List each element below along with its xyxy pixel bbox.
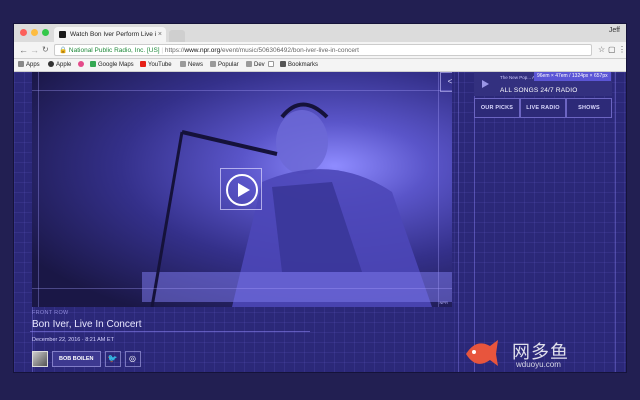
back-arrow-icon[interactable]: ←: [19, 44, 28, 56]
url-host: www.npr.org: [184, 47, 221, 54]
guide-line: [438, 72, 439, 307]
video-player[interactable]: < NPR: [32, 72, 452, 307]
menu-icon[interactable]: ⋮: [618, 45, 626, 55]
bookmark-dev[interactable]: Dev: [246, 60, 265, 70]
bookmark-youtube[interactable]: YouTube: [140, 60, 172, 70]
close-window-button[interactable]: [20, 29, 27, 36]
instagram-icon[interactable]: ◎: [124, 350, 141, 367]
guide-line: [32, 288, 452, 289]
author-name[interactable]: BOB BOILEN: [52, 350, 101, 367]
byline: BOB BOILEN 🐦 ◎: [32, 350, 141, 367]
photo-credit: NPR: [439, 300, 448, 305]
play-icon: [226, 174, 258, 206]
share-icon[interactable]: <: [440, 72, 452, 92]
title-bar: Watch Bon Iver Perform Live i × Jeff: [14, 24, 626, 42]
bookmark-apps[interactable]: Apps: [18, 60, 40, 70]
dribbble-icon: [78, 61, 84, 67]
browser-tab[interactable]: Watch Bon Iver Perform Live i ×: [54, 27, 166, 42]
bookmark-google-maps[interactable]: Google Maps: [90, 60, 134, 70]
bookmark-label: Dev: [254, 62, 265, 68]
article-kicker[interactable]: FRONT ROW: [32, 310, 69, 316]
author-avatar[interactable]: [32, 350, 48, 367]
reload-icon[interactable]: ↻: [42, 44, 49, 56]
browser-window: Watch Bon Iver Perform Live i × Jeff ← →…: [14, 24, 626, 372]
radio-play-icon[interactable]: [482, 80, 489, 88]
bookmark-label: Google Maps: [98, 62, 134, 68]
npr-page: < NPR FRONT ROW Bon Iver, Live In Concer…: [14, 72, 626, 372]
bookmark-popular[interactable]: Popular: [210, 60, 239, 70]
lock-icon: 🔒: [59, 47, 68, 54]
radio-tabs: OUR PICKS LIVE RADIO SHOWS: [474, 98, 612, 118]
tab-live-radio[interactable]: LIVE RADIO: [520, 98, 566, 118]
divider: [30, 331, 310, 332]
guide-line: [38, 72, 39, 307]
fish-logo-icon: [466, 340, 498, 366]
tab-our-picks[interactable]: OUR PICKS: [474, 98, 520, 118]
secure-origin-label: National Public Radio, Inc. [US]: [68, 47, 160, 54]
youtube-icon: [140, 61, 146, 67]
bookmark-label: YouTube: [148, 62, 172, 68]
bookmark-label: Apps: [26, 62, 40, 68]
dimension-readout: 96em × 47em / 1324px × 657px: [534, 72, 611, 81]
article-title: Bon Iver, Live In Concert: [32, 319, 142, 330]
bookmark-page[interactable]: [268, 60, 276, 70]
watermark: 网多鱼 wduoyu.com: [462, 330, 622, 376]
url-scheme: https://: [164, 47, 185, 54]
bookmark-dribbble[interactable]: [78, 60, 86, 70]
profile-name[interactable]: Jeff: [609, 27, 620, 34]
window-controls: [20, 29, 49, 36]
bookmark-label: News: [188, 62, 204, 68]
twitter-icon[interactable]: 🐦: [104, 350, 121, 367]
guide-line: [32, 90, 452, 91]
bookmark-bookmarks[interactable]: Bookmarks: [280, 60, 318, 70]
article-date: December 22, 2016 · 8:21 AM ET: [32, 337, 114, 343]
apple-icon: [48, 61, 54, 67]
play-button[interactable]: [220, 168, 262, 210]
apps-grid-icon: [18, 61, 24, 67]
maximize-window-button[interactable]: [42, 29, 49, 36]
forward-arrow-icon[interactable]: →: [30, 44, 39, 56]
minimize-window-button[interactable]: [31, 29, 38, 36]
npr-favicon-icon: [59, 31, 66, 38]
bookmark-apple[interactable]: Apple: [48, 60, 71, 70]
browser-toolbar: ← → ↻ 🔒 National Public Radio, Inc. [US]…: [14, 42, 626, 59]
tab-shows[interactable]: SHOWS: [566, 98, 612, 118]
url-path: /event/music/506306492/bon-iver-live-in-…: [220, 47, 359, 54]
watermark-url: wduoyu.com: [516, 360, 561, 369]
bookmark-news[interactable]: News: [180, 60, 203, 70]
bookmark-star-icon: [280, 61, 286, 67]
folder-icon: [180, 61, 186, 67]
bookmark-label: Bookmarks: [288, 62, 319, 68]
bookmark-label: Popular: [218, 62, 239, 68]
address-bar[interactable]: 🔒 National Public Radio, Inc. [US] | htt…: [54, 44, 592, 56]
extension-icon[interactable]: ▢: [608, 45, 616, 55]
bookmark-label: Apple: [56, 62, 72, 68]
new-tab-button[interactable]: [169, 30, 185, 42]
tab-close-icon[interactable]: ×: [158, 27, 162, 42]
bookmarks-bar: Apps Apple Google Maps YouTube News Popu…: [14, 59, 626, 72]
folder-icon: [246, 61, 252, 67]
bookmark-star-icon[interactable]: ☆: [598, 45, 605, 55]
radio-title: ALL SONGS 24/7 RADIO: [500, 87, 578, 94]
folder-icon: [210, 61, 216, 67]
page-icon: [268, 61, 274, 67]
maps-icon: [90, 61, 96, 67]
tab-title: Watch Bon Iver Perform Live i: [70, 31, 157, 38]
